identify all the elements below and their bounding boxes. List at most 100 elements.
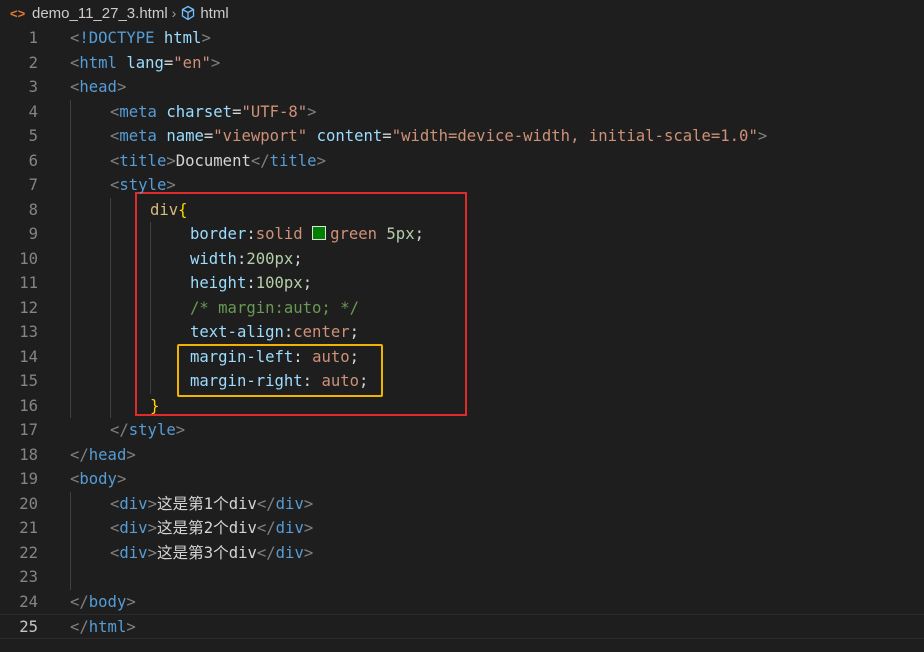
breadcrumb: <> demo_11_27_3.html › html — [0, 0, 924, 26]
code-line[interactable]: 25 </html> — [0, 614, 924, 639]
code-line[interactable]: 20 <div>这是第1个div</div> — [0, 492, 924, 517]
code-text: <head> — [70, 75, 126, 100]
code-line[interactable]: 2 <html lang="en"> — [0, 51, 924, 76]
code-text: </body> — [70, 590, 136, 615]
code-token: </ — [256, 494, 276, 513]
code-line[interactable]: 24 </body> — [0, 590, 924, 615]
code-token: /* margin:auto; */ — [190, 298, 359, 317]
code-token: style — [128, 421, 176, 439]
code-token: meta — [119, 127, 157, 145]
code-token: </ — [110, 421, 129, 439]
code-token: meta — [119, 102, 157, 121]
code-line[interactable]: 6 <title>Document</title> — [0, 149, 924, 174]
code-line[interactable]: 15 margin-right: auto; — [0, 369, 924, 394]
code-token: head — [88, 445, 127, 464]
breadcrumb-symbol[interactable]: html — [200, 5, 228, 22]
code-line[interactable]: 7 <style> — [0, 173, 924, 198]
code-token: "en" — [173, 53, 211, 72]
code-line[interactable]: 11 height:100px; — [0, 271, 924, 296]
code-text: } — [150, 394, 159, 419]
code-line[interactable]: 10 width:200px; — [0, 247, 924, 272]
html-file-icon: <> — [10, 5, 26, 21]
code-line[interactable]: 23 — [0, 565, 924, 590]
code-token: div — [119, 543, 148, 562]
code-token: = — [382, 127, 392, 145]
line-number: 22 — [19, 543, 38, 562]
code-token: ; — [349, 347, 360, 366]
code-text: margin-left: auto; — [190, 345, 359, 370]
code-text: border:solid green 5px; — [190, 222, 424, 247]
line-number: 9 — [28, 225, 38, 243]
code-text: <div>这是第2个div</div> — [110, 516, 313, 541]
code-token: > — [147, 543, 157, 562]
code-token: > — [201, 29, 211, 47]
code-token: head — [79, 78, 117, 96]
breadcrumb-file[interactable]: demo_11_27_3.html — [32, 5, 168, 22]
code-token: < — [110, 543, 120, 562]
code-line[interactable]: 13 text-align:center; — [0, 320, 924, 345]
line-number: 2 — [28, 53, 38, 72]
code-token: </ — [70, 445, 89, 464]
code-token: > — [116, 470, 127, 488]
code-line[interactable]: 17 </style> — [0, 418, 924, 443]
code-token: 100px — [255, 274, 303, 292]
line-number: 12 — [19, 298, 38, 317]
code-text: </head> — [70, 443, 136, 468]
line-number: 14 — [19, 347, 38, 366]
code-line[interactable]: 19 <body> — [0, 467, 924, 492]
code-token: div — [119, 494, 148, 513]
code-line[interactable]: 9 border:solid green 5px; — [0, 222, 924, 247]
code-line[interactable]: 1 <!DOCTYPE html> — [0, 26, 924, 51]
code-token: "viewport" — [213, 127, 308, 145]
line-number: 13 — [19, 323, 38, 341]
code-token: > — [316, 151, 326, 170]
code-token: height — [190, 274, 247, 292]
code-token: > — [210, 53, 221, 72]
code-token: div — [275, 543, 304, 562]
code-token: border — [190, 225, 247, 243]
line-number: 1 — [28, 29, 38, 47]
code-token: auto — [312, 347, 350, 366]
code-editor[interactable]: 1 <!DOCTYPE html> 2 <html lang="en"> 3 <head>… — [0, 26, 924, 652]
code-token: body — [79, 470, 117, 488]
code-token: < — [110, 127, 120, 145]
code-text: <div>这是第1个div</div> — [110, 492, 313, 517]
code-token: < — [110, 519, 120, 537]
code-text: <title>Document</title> — [110, 149, 326, 174]
code-token: ; — [293, 249, 303, 268]
line-number: 10 — [19, 249, 38, 268]
code-line[interactable]: 22 <div>这是第3个div</div> — [0, 541, 924, 566]
line-number: 11 — [19, 274, 38, 292]
code-token: > — [126, 445, 136, 464]
code-token: 这是第3个div — [156, 543, 257, 562]
code-text: <div>这是第3个div</div> — [110, 541, 313, 566]
code-token: lang — [126, 53, 164, 72]
code-text: div{ — [150, 198, 188, 223]
line-number: 17 — [19, 421, 38, 439]
code-line[interactable]: 4 <meta charset="UTF-8"> — [0, 100, 924, 125]
code-token: ; — [302, 274, 313, 292]
code-token: html — [163, 29, 202, 47]
code-token: div — [275, 519, 304, 537]
code-token: </ — [250, 151, 270, 170]
code-token: > — [303, 494, 314, 513]
code-token: } — [150, 396, 160, 415]
code-line[interactable]: 8 div{ — [0, 198, 924, 223]
code-line[interactable]: 21 <div>这是第2个div</div> — [0, 516, 924, 541]
html-symbol-icon — [182, 5, 195, 21]
code-line[interactable]: 3 <head> — [0, 75, 924, 100]
code-line[interactable]: 18 </head> — [0, 443, 924, 468]
code-line[interactable]: 14 margin-left: auto; — [0, 345, 924, 370]
code-line[interactable]: 12 /* margin:auto; */ — [0, 296, 924, 321]
color-swatch-icon[interactable] — [312, 226, 327, 240]
line-number: 21 — [19, 519, 38, 537]
code-line[interactable]: 5 <meta name="viewport" content="width=de… — [0, 124, 924, 149]
code-token: body — [88, 592, 127, 611]
code-line[interactable]: 16} — [0, 394, 924, 419]
code-token: > — [166, 151, 176, 170]
code-token: width — [190, 249, 237, 268]
line-number: 7 — [28, 176, 38, 194]
code-token: > — [757, 127, 768, 145]
